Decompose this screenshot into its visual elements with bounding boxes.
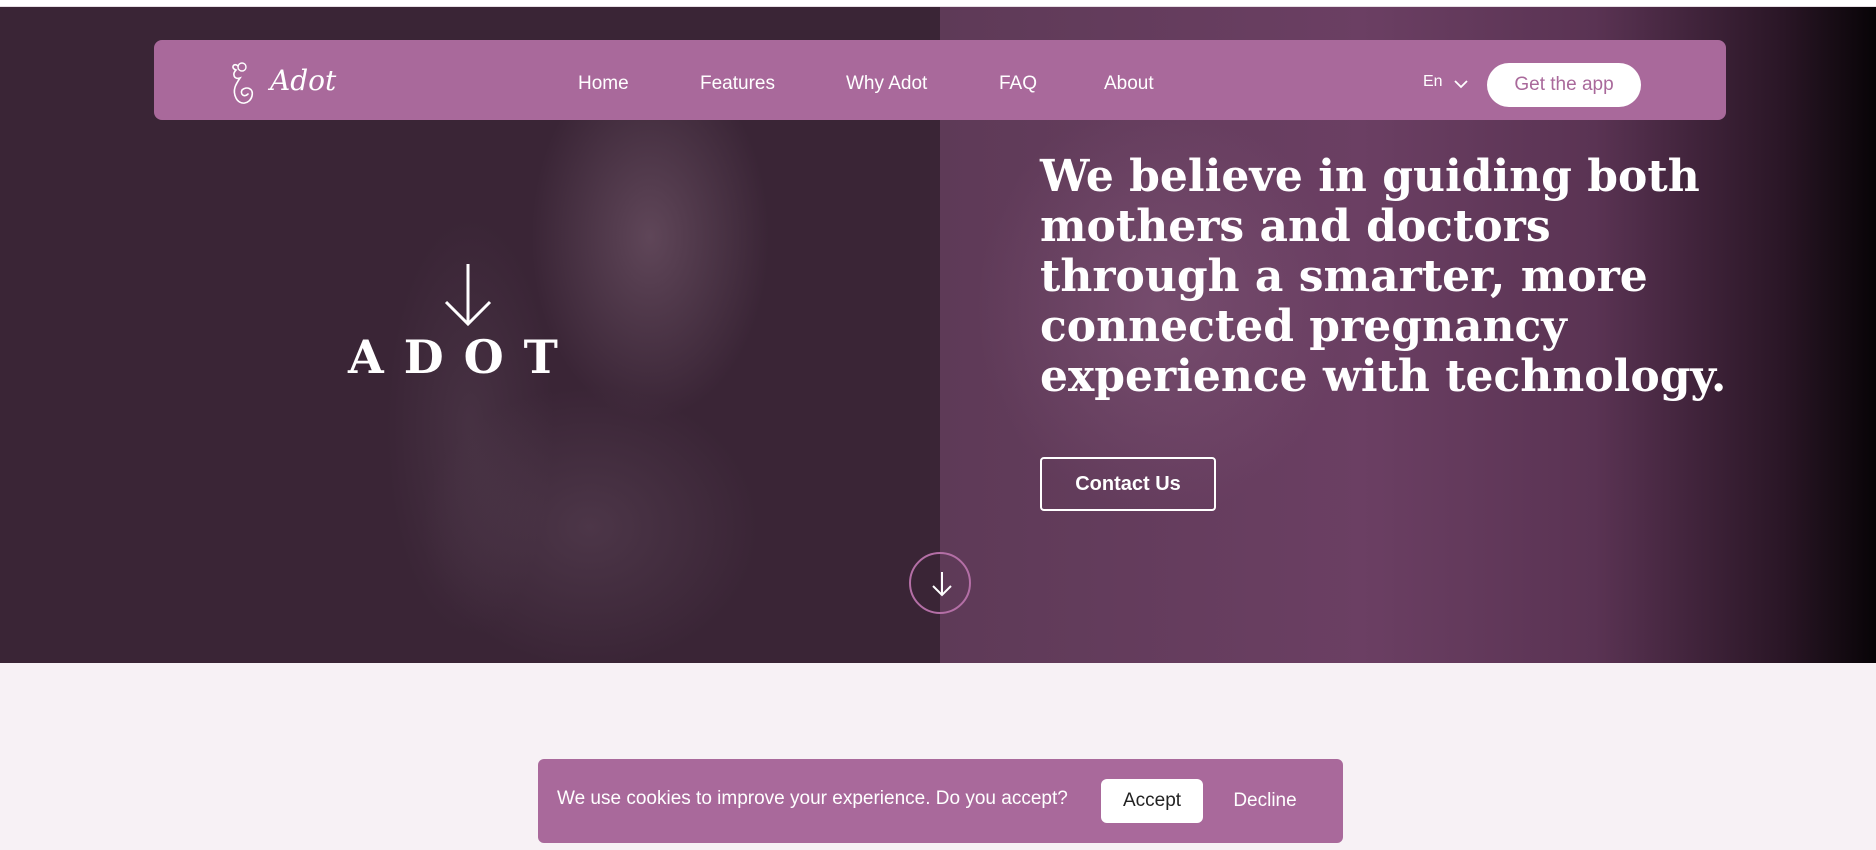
mother-baby-logo-icon[interactable]	[228, 60, 258, 108]
get-the-app-button[interactable]: Get the app	[1487, 63, 1641, 107]
arrow-down-icon	[932, 572, 952, 597]
nav-features[interactable]: Features	[700, 73, 775, 95]
brand-wordmark: ADOT	[348, 330, 578, 384]
nav-why-adot[interactable]: Why Adot	[846, 73, 927, 95]
language-selector[interactable]: En	[1423, 73, 1443, 91]
hero-headline: We believe in guiding both mothers and d…	[1040, 151, 1727, 402]
nav-home[interactable]: Home	[578, 73, 629, 95]
logo-text[interactable]: Adot	[270, 64, 336, 97]
nav-about[interactable]: About	[1104, 73, 1154, 95]
scroll-down-button[interactable]	[909, 552, 971, 614]
nav-faq[interactable]: FAQ	[999, 73, 1037, 95]
accept-cookies-button[interactable]: Accept	[1101, 779, 1203, 823]
decline-cookies-button[interactable]: Decline	[1219, 779, 1311, 823]
top-border	[0, 0, 1876, 7]
arrow-down-icon	[442, 262, 494, 328]
contact-us-button[interactable]: Contact Us	[1040, 457, 1216, 511]
cookie-message: We use cookies to improve your experienc…	[557, 788, 1068, 809]
chevron-down-icon[interactable]	[1453, 75, 1469, 89]
